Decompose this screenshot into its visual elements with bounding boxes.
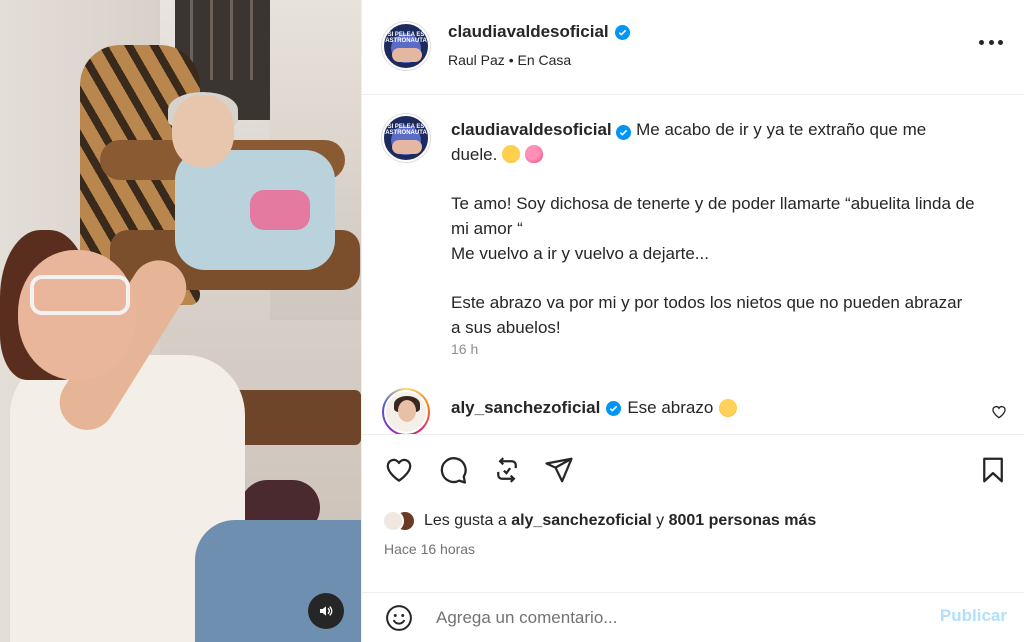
verified-badge-icon [614,24,630,40]
flushed-face-icon [719,399,738,417]
repost-icon[interactable] [490,453,524,487]
more-icon[interactable] [979,38,1003,46]
caption-time[interactable]: 16 h [451,341,478,357]
commenter-username[interactable]: aly_sanchezoficial [451,398,600,418]
liker-avatar[interactable] [382,510,404,532]
verified-badge-icon [606,400,622,416]
location-place[interactable]: En Casa [518,52,572,68]
photo-woman-face [18,250,136,380]
comment-icon[interactable] [436,453,470,487]
comments-section: SI PELEA ES ASTRONAUTA claudiavaldesofic… [362,96,1024,434]
pensive-face-icon [502,145,521,163]
heart-icon[interactable] [382,453,416,487]
post-location[interactable]: Raul Paz • En Casa [448,52,571,68]
send-icon[interactable] [542,453,576,487]
publish-button[interactable]: Publicar [940,606,1007,626]
post-header: SI PELEA ES ASTRONAUTA claudiavaldesofic… [362,0,1024,95]
bookmark-icon[interactable] [976,453,1010,487]
caption-line-2: Te amo! Soy dichosa de tenerte y de pode… [451,194,975,238]
caption-line-4: Este abrazo va por mi y por todos los ni… [451,293,963,337]
author-avatar[interactable]: SI PELEA ES ASTRONAUTA [382,22,430,70]
likes-connector: y [656,512,665,529]
post-timestamp[interactable]: Hace 16 horas [384,541,475,557]
add-comment-bar: Publicar [362,592,1024,642]
growing-heart-icon [524,145,543,163]
commenter-avatar[interactable] [382,388,430,434]
location-separator: • [508,52,514,68]
location-name[interactable]: Raul Paz [448,52,505,68]
likes-user[interactable]: aly_sanchezoficial [511,512,652,529]
author-username[interactable]: claudiavaldesoficial [448,22,609,42]
verified-badge-icon [616,125,632,140]
post-actions: Les gusta a aly_sanchezoficial y 8001 pe… [362,434,1024,592]
avatar-logo-text: SI PELEA ES ASTRONAUTA [385,32,427,44]
photo-glasses [30,275,130,315]
comment-like-icon[interactable] [991,404,1007,425]
likes-summary: Les gusta a aly_sanchezoficial y 8001 pe… [382,510,816,532]
likes-prefix: Les gusta a [424,512,507,529]
post-caption: claudiavaldesoficial Me acabo de ir y ya… [451,117,976,340]
post-photo[interactable] [0,0,361,642]
comment-input[interactable] [436,603,916,633]
caption-username[interactable]: claudiavaldesoficial [451,120,612,139]
caption-line-3: Me vuelvo a ir y vuelvo a dejarte... [451,244,709,263]
post-panel: SI PELEA ES ASTRONAUTA claudiavaldesofic… [361,0,1024,642]
likes-others[interactable]: 8001 personas más [669,512,817,529]
caption-author-avatar[interactable]: SI PELEA ES ASTRONAUTA [382,114,430,162]
comment-text: Ese abrazo [627,398,714,417]
photo-grandmother-face [172,95,234,167]
photo-pink-cloth [250,190,310,230]
comment-text-row: aly_sanchezoficial Ese abrazo [451,398,738,418]
smiley-icon[interactable] [384,603,414,638]
comment-item: aly_sanchezoficial Ese abrazo [362,386,1024,434]
author-username-row[interactable]: claudiavaldesoficial [448,22,630,42]
caption-avatar-logo-text: SI PELEA ES ASTRONAUTA [385,124,427,136]
volume-icon[interactable] [308,593,344,629]
